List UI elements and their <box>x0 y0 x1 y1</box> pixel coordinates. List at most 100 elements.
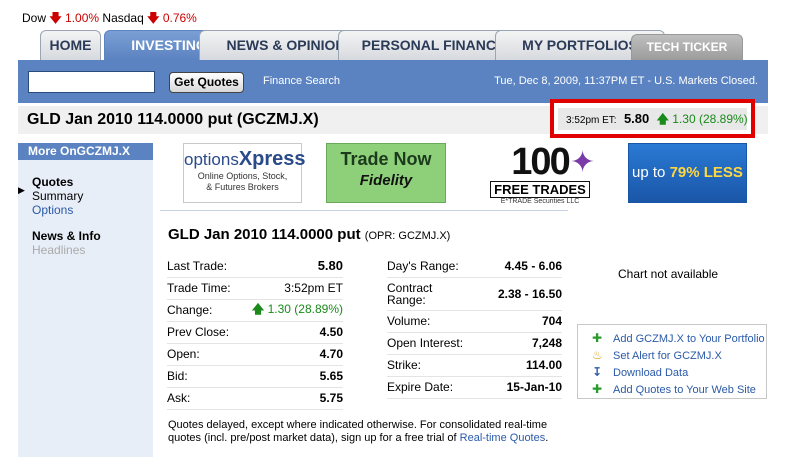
search-bar: Get Quotes Finance Search Tue, Dec 8, 20… <box>18 60 768 103</box>
ask-value: 5.75 <box>239 387 343 410</box>
quote-time: 3:52pm ET: <box>566 115 617 126</box>
quote-panel-title: GLD Jan 2010 114.0000 put (OPR: GCZMJ.X) <box>168 226 450 243</box>
row-label: Ask: <box>167 387 240 410</box>
sidebar-item-summary[interactable]: Summary <box>32 189 83 203</box>
row-label: Contract Range: <box>387 277 467 311</box>
sidebar-heading: More OnGCZMJ.X <box>18 143 153 160</box>
plus-icon: ✚ <box>592 331 603 345</box>
quote-table-right: Day's Range: 4.45 - 6.06 Contract Range: 2… <box>387 255 562 399</box>
option-name: GLD Jan 2010 114.0000 put <box>168 226 361 243</box>
option-symbol: (OPR: GCZMJ.X) <box>364 230 451 242</box>
quote-change: 1.30 (28.89%) <box>672 112 748 126</box>
action-label: Download Data <box>613 367 689 379</box>
lowcost-post: LESS <box>699 164 743 181</box>
etrade-star-icon: ✦ <box>570 146 596 179</box>
row-label: Expire Date: <box>387 376 467 399</box>
action-label: Set Alert for GCZMJ.X <box>613 350 722 362</box>
row-label: Trade Time: <box>167 277 240 300</box>
dow-label: Dow <box>22 11 47 25</box>
ad-optionsxpress[interactable]: optionsXpress Online Options, Stock, & F… <box>183 143 306 203</box>
left-sidebar: More OnGCZMJ.X Quotes Summary Options Ne… <box>18 143 153 457</box>
arrow-up-icon: 🡅 <box>656 112 669 126</box>
row-label: Strike: <box>387 354 467 377</box>
plus-icon: ✚ <box>592 382 603 396</box>
lowcost-pre: up to <box>632 164 670 181</box>
table-row: Ask: 5.75 <box>167 387 343 410</box>
table-row: Open Interest: 7,248 <box>387 332 562 355</box>
optionsxpress-line1: Online Options, Stock, <box>197 171 288 181</box>
nasdaq-change: 0.76% <box>162 11 197 25</box>
row-label: Open Interest: <box>387 332 467 355</box>
quote-table-left: Last Trade: 5.80 Trade Time: 3:52pm ET Cha… <box>167 255 343 410</box>
change-value: 1.30 (28.89%) <box>267 301 343 316</box>
fidelity-headline: Trade Now <box>340 149 432 169</box>
row-label: Prev Close: <box>167 321 240 344</box>
disclaimer-end: . <box>545 432 549 444</box>
add-quotes-to-site-link[interactable]: ✚ Add Quotes to Your Web Site <box>592 382 756 396</box>
change-cell: 🡅 1.30 (28.89%) <box>239 299 343 322</box>
open-interest-value: 7,248 <box>467 332 562 355</box>
table-row: Day's Range: 4.45 - 6.06 <box>387 255 562 278</box>
sidebar-quotes-head[interactable]: Quotes <box>32 175 83 189</box>
last-trade-value: 5.80 <box>239 255 343 278</box>
optionsxpress-brand-a: options <box>184 150 239 169</box>
table-row: Last Trade: 5.80 <box>167 255 343 278</box>
chart-not-available: Chart not available <box>618 267 719 281</box>
bid-value: 5.65 <box>239 365 343 388</box>
action-label: Add GCZMJ.X to Your Portfolio <box>613 333 765 345</box>
optionsxpress-line2: & Futures Brokers <box>206 182 279 192</box>
add-to-portfolio-link[interactable]: ✚ Add GCZMJ.X to Your Portfolio <box>592 331 765 345</box>
download-icon: ↧ <box>592 365 603 379</box>
current-item-pointer-icon: ▶ <box>18 185 25 195</box>
fidelity-logo: Fidelity <box>359 172 413 189</box>
sidebar-news-head[interactable]: News & Info <box>32 229 101 243</box>
strike-value: 114.00 <box>467 354 562 377</box>
lowcost-pct: 79% <box>669 164 700 181</box>
table-row: Bid: 5.65 <box>167 365 343 388</box>
highlighted-quote-box: 3:52pm ET: 5.80 🡅 1.30 (28.89%) <box>550 99 755 138</box>
sidebar-item-options[interactable]: Options <box>32 203 83 217</box>
row-label: Open: <box>167 343 240 366</box>
table-row: Expire Date: 15-Jan-10 <box>387 376 562 399</box>
ad-etrade[interactable]: 100 FREE TRADES E*TRADE Securities LLC ✦ <box>475 143 605 205</box>
etrade-small-print: E*TRADE Securities LLC <box>500 198 580 205</box>
table-row: Change: 🡅 1.30 (28.89%) <box>167 299 343 322</box>
open-value: 4.70 <box>239 343 343 366</box>
get-quotes-button[interactable]: Get Quotes <box>169 72 244 93</box>
table-row: Strike: 114.00 <box>387 354 562 377</box>
tab-home[interactable]: HOME <box>40 30 101 60</box>
download-data-link[interactable]: ↧ Download Data <box>592 365 689 379</box>
row-label: Change: <box>167 299 240 322</box>
row-label: Last Trade: <box>167 255 240 278</box>
tab-tech-ticker[interactable]: TECH TICKER <box>631 34 743 60</box>
days-range-value: 4.45 - 6.06 <box>467 255 562 278</box>
market-ticker: Dow 🡇 1.00% Nasdaq 🡇 0.76% <box>22 9 197 30</box>
set-alert-link[interactable]: ♨ Set Alert for GCZMJ.X <box>592 348 722 362</box>
row-label: Day's Range: <box>387 255 467 278</box>
optionsxpress-brand-b: Xpress <box>238 148 306 170</box>
market-status: Tue, Dec 8, 2009, 11:37PM ET - U.S. Mark… <box>494 75 758 87</box>
quote-panel: GLD Jan 2010 114.0000 put (OPR: GCZMJ.X)… <box>160 210 568 457</box>
quote-summary: 3:52pm ET: 5.80 🡅 1.30 (28.89%) <box>558 108 748 130</box>
quote-search-input[interactable] <box>28 71 155 93</box>
trade-time-value: 3:52pm ET <box>239 277 343 300</box>
real-time-quotes-link[interactable]: Real-time Quotes <box>460 432 546 444</box>
table-row: Trade Time: 3:52pm ET <box>167 277 343 300</box>
contract-range-value: 2.38 - 16.50 <box>467 277 562 311</box>
volume-value: 704 <box>467 310 562 333</box>
ad-fidelity[interactable]: Trade Now Fidelity <box>326 143 446 203</box>
bell-icon: ♨ <box>592 348 603 362</box>
arrow-down-icon: 🡇 <box>147 11 160 25</box>
table-row: Volume: 704 <box>387 310 562 333</box>
finance-search-link[interactable]: Finance Search <box>263 75 340 87</box>
arrow-up-icon: 🡅 <box>251 301 265 316</box>
etrade-free-trades: FREE TRADES <box>490 181 590 198</box>
sidebar-news-section: News & Info Headlines <box>32 229 101 257</box>
prev-close-value: 4.50 <box>239 321 343 344</box>
table-row: Contract Range: 2.38 - 16.50 <box>387 277 562 311</box>
nasdaq-label: Nasdaq <box>102 11 144 25</box>
quotes-disclaimer: Quotes delayed, except where indicated o… <box>168 419 568 445</box>
ad-low-cost[interactable]: up to 79% LESS <box>628 143 747 203</box>
quote-price: 5.80 <box>623 111 650 126</box>
table-row: Open: 4.70 <box>167 343 343 366</box>
